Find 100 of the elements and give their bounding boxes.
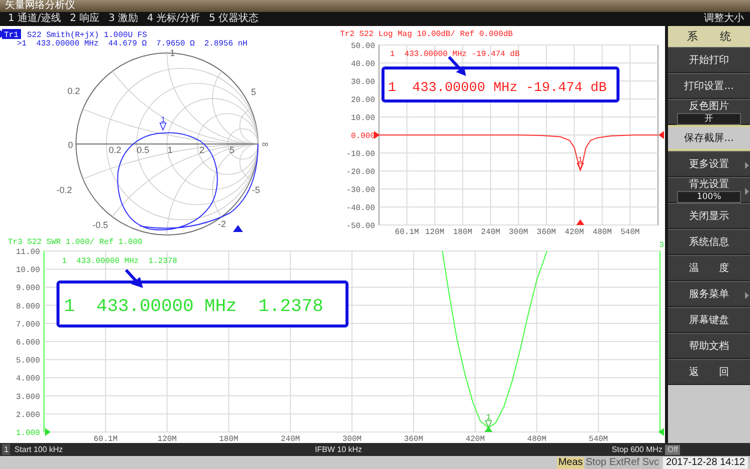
y-tick-label: -20.00 xyxy=(346,168,375,177)
softkey-value: 开 xyxy=(677,113,741,125)
softkey-label: 反色图片 xyxy=(689,100,729,113)
softkey-button[interactable]: 打印设置... xyxy=(668,73,750,99)
y-tick-label: 20.00 xyxy=(350,96,375,105)
softkey-button[interactable]: 更多设置 xyxy=(668,151,750,177)
menu-item[interactable]: 5 仪器状态 xyxy=(208,12,258,26)
softkey-button[interactable]: 温 度 xyxy=(668,255,750,281)
trace-label[interactable]: Tr1 xyxy=(4,31,18,40)
pointer-arrow xyxy=(124,268,143,288)
resize-button[interactable]: 调整大小 xyxy=(704,12,750,26)
grid-label: ∞ xyxy=(262,139,268,149)
y-tick-label: 7.000 xyxy=(16,320,40,330)
x-tick-label: 420M xyxy=(564,228,584,236)
x-tick-label: 420M xyxy=(466,435,485,443)
trace-tab[interactable] xyxy=(2,29,21,39)
trace-title: S22 Smith(R+jX) 1.000U FS xyxy=(27,31,148,40)
x-tick-label: 120M xyxy=(425,228,444,236)
softkey-label: 开始打印 xyxy=(689,54,729,67)
y-tick-label: -50.00 xyxy=(346,222,375,231)
softkey-button[interactable]: 屏幕键盘 xyxy=(668,307,750,333)
softkey-label: 温 度 xyxy=(689,262,729,275)
pointer-arrow xyxy=(448,56,466,76)
marker-icon xyxy=(576,162,584,172)
trace-title: Tr3 S22 SWR 1.000/ Ref 1.000 xyxy=(8,238,142,247)
grid-label: -5 xyxy=(252,185,260,195)
y-tick-label: 10.00 xyxy=(16,266,40,276)
softkey-label: 更多设置 xyxy=(689,158,729,171)
x-tick-label: 480M xyxy=(527,435,546,443)
marker-label: 1 xyxy=(578,156,583,166)
x-tick-label: 300M xyxy=(342,435,362,443)
softkey-button[interactable]: 系统信息 xyxy=(668,229,750,255)
marker-position-icon xyxy=(576,219,584,225)
callout-text: 1 433.00000 MHz 1.2378 xyxy=(64,297,324,317)
y-tick-label: 10.00 xyxy=(350,114,375,123)
x-tick-label: 60.1M xyxy=(94,435,118,443)
y-tick-label: 2.000 xyxy=(16,410,40,420)
softkey-value: 100% xyxy=(677,191,741,203)
x-tick-label: 180M xyxy=(453,228,472,236)
softkey-button[interactable]: 关闭显示 xyxy=(668,203,750,229)
y-tick-label: -40.00 xyxy=(346,204,375,213)
grid-label: 0 xyxy=(68,140,73,150)
y-tick-label: 30.00 xyxy=(350,78,375,87)
y-tick-label: 6.000 xyxy=(16,338,40,348)
trace-title: Tr2 S22 Log Mag 10.00dB/ Ref 0.000dB xyxy=(340,30,513,39)
grid-label: -0.5 xyxy=(92,220,108,230)
softkey-button[interactable]: 帮助文档 xyxy=(668,333,750,359)
menu-item[interactable]: 3 激励 xyxy=(108,12,138,26)
softkey-button[interactable]: 反色图片 开 xyxy=(668,99,750,125)
x-tick-label: 120M xyxy=(158,435,177,443)
y-tick-label: 50.00 xyxy=(350,42,375,51)
softkey-label: 关闭显示 xyxy=(689,210,729,223)
x-tick-label: 480M xyxy=(592,228,612,236)
softkey-label: 打印设置... xyxy=(684,80,734,93)
off-badge: Off xyxy=(665,444,680,454)
softkey-label: 返 回 xyxy=(689,366,729,379)
y-tick-label: 9.000 xyxy=(16,284,40,294)
trace-number: 3 xyxy=(659,241,664,250)
softkey-label: 保存截屏... xyxy=(684,132,734,145)
x-tick-label: 300M xyxy=(508,228,528,236)
grid-label: 0.5 xyxy=(136,145,150,155)
y-tick-label: -30.00 xyxy=(346,186,375,195)
y-tick-label: 11.00 xyxy=(16,248,40,257)
reference-icon xyxy=(658,428,664,436)
marker-readout: 1 433.00000 MHz -19.474 dB xyxy=(390,50,520,59)
x-tick-label: 240M xyxy=(280,435,300,443)
grid-label: 0.2 xyxy=(108,145,122,155)
softkey-label: 屏幕键盘 xyxy=(689,314,729,327)
softkey-button[interactable]: 返 回 xyxy=(668,359,750,385)
softkey-button[interactable]: 开始打印 xyxy=(668,47,750,73)
y-tick-label: 5.000 xyxy=(16,356,40,366)
status-indicator: Stop xyxy=(584,456,608,468)
softkey-button[interactable]: 服务菜单 xyxy=(668,281,750,307)
softkey-button[interactable]: 背光设置 100% xyxy=(668,177,750,203)
caret-icon xyxy=(745,292,749,299)
marker-label: 1 xyxy=(160,116,166,125)
status-indicator: Meas xyxy=(557,456,584,468)
grid-label: 2 xyxy=(200,145,204,155)
marker-position-icon xyxy=(233,225,243,232)
x-tick-label: 540M xyxy=(588,435,608,443)
menu-item[interactable]: 1 通道/迹线 xyxy=(8,12,61,26)
menu-item[interactable]: 4 光标/分析 xyxy=(147,12,200,26)
x-tick-label: 360M xyxy=(536,228,556,236)
y-tick-label: -10.00 xyxy=(346,150,375,159)
x-tick-label: 360M xyxy=(404,435,424,443)
y-tick-label: 0.000 xyxy=(350,132,375,141)
softkey-label: 背光设置 xyxy=(689,178,729,191)
caret-icon xyxy=(745,162,749,169)
status-indicator: Svc xyxy=(641,456,660,468)
softkey-label: 服务菜单 xyxy=(689,288,729,301)
grid-label: -0.2 xyxy=(56,185,72,195)
x-tick-label: 180M xyxy=(219,435,238,443)
softkey-button[interactable]: 保存截屏... xyxy=(668,125,750,151)
callout-text: 1 433.00000 MHz -19.474 dB xyxy=(388,81,607,96)
stop-frequency: Stop 600 MHz xyxy=(612,444,662,456)
grid-label: 5 xyxy=(230,145,234,155)
grid-label: -2 xyxy=(218,219,226,229)
menu-item[interactable]: 2 响应 xyxy=(70,12,100,26)
marker-label: 1 xyxy=(486,414,491,423)
x-tick-label: 240M xyxy=(480,228,500,236)
